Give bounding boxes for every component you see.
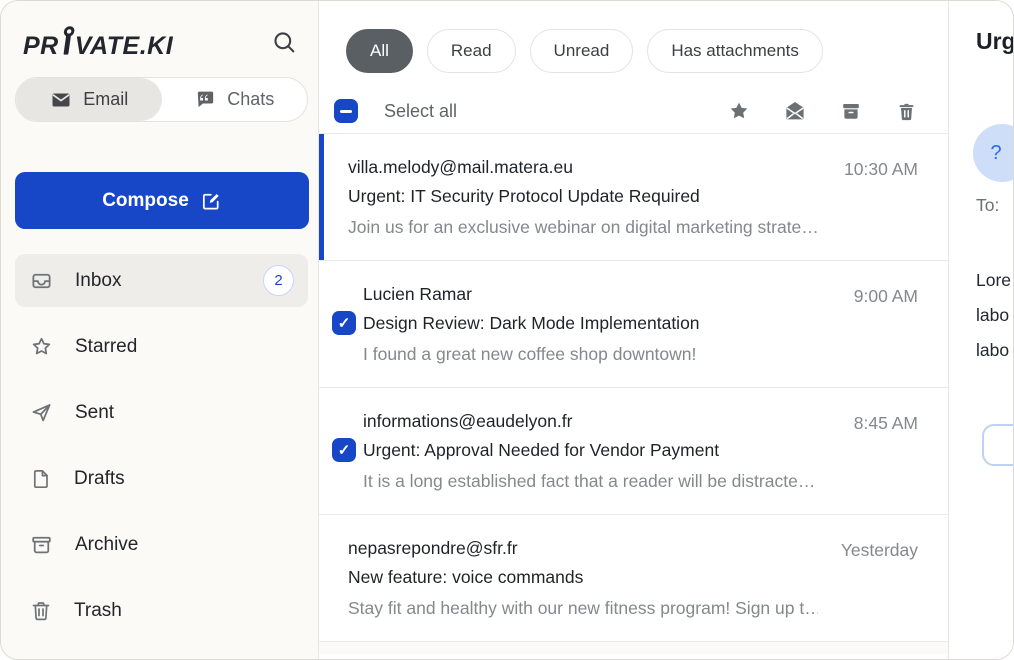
search-icon[interactable] xyxy=(268,26,300,61)
sidebar-item-label: Trash xyxy=(74,600,122,622)
mode-toggle-label: Email xyxy=(83,89,128,110)
brand-logo: PR VATE.KI xyxy=(23,25,173,61)
email-list: villa.melody@mail.matera.eu Urgent: IT S… xyxy=(319,133,948,659)
compose-label: Compose xyxy=(102,190,189,212)
archive-icon[interactable] xyxy=(839,99,863,123)
archive-outline-icon xyxy=(29,532,54,557)
sidebar-item-label: Starred xyxy=(75,336,137,358)
compose-edit-icon xyxy=(200,190,222,212)
trash-outline-icon xyxy=(29,599,53,623)
message-body: Lore labo labo xyxy=(976,263,1011,368)
message-body-line: Lore xyxy=(976,263,1011,298)
to-label: To: xyxy=(976,195,999,216)
reading-pane: Urg ? To: Lore labo labo xyxy=(949,1,1013,659)
chat-icon xyxy=(194,88,217,111)
email-subject: Urgent: Approval Needed for Vendor Payme… xyxy=(363,436,818,465)
email-sender: nepasrepondre@sfr.fr xyxy=(348,534,818,563)
email-sender: villa.melody@mail.matera.eu xyxy=(348,153,818,182)
email-subject: Urgent: IT Security Protocol Update Requ… xyxy=(348,182,818,211)
unread-count-badge: 2 xyxy=(263,265,294,296)
email-subject: New feature: voice commands xyxy=(348,563,818,592)
sidebar-item-label: Archive xyxy=(75,534,138,556)
sidebar-item[interactable]: Inbox 2 xyxy=(15,254,308,307)
send-icon xyxy=(29,400,54,425)
email-preview: Stay fit and healthy with our new fitnes… xyxy=(348,592,818,624)
email-sender: informations@eaudelyon.fr xyxy=(363,407,818,436)
filter-chip[interactable]: Has attachments xyxy=(647,29,823,73)
email-sender: Lucien Ramar xyxy=(363,280,818,309)
email-checkbox[interactable] xyxy=(332,311,356,335)
sidebar-item-label: Inbox xyxy=(75,270,121,292)
mode-toggle-segment[interactable]: Email xyxy=(16,78,162,121)
star-icon[interactable] xyxy=(727,99,751,123)
brand-text-post: VATE.KI xyxy=(75,32,173,61)
filter-chip-label: Has attachments xyxy=(671,41,799,60)
message-body-line: labo xyxy=(976,333,1011,368)
reply-input[interactable] xyxy=(982,424,1013,466)
list-toolbar: Select all xyxy=(319,89,948,133)
filter-chip-label: Unread xyxy=(554,41,610,60)
bulk-actions xyxy=(727,99,918,123)
reading-pane-title: Urg xyxy=(976,28,1013,55)
avatar-placeholder-text: ? xyxy=(990,142,1001,165)
app-window: PR VATE.KI Email xyxy=(0,0,1014,660)
mode-toggle-label: Chats xyxy=(227,89,274,110)
email-time: Yesterday xyxy=(841,536,918,565)
sidebar-item[interactable]: Sent xyxy=(15,386,308,439)
star-outline-icon xyxy=(29,334,54,359)
sidebar-header: PR VATE.KI xyxy=(15,1,308,61)
email-time: 8:45 AM xyxy=(854,409,918,438)
sidebar-item[interactable]: Starred xyxy=(15,320,308,373)
sidebar-item-label: Drafts xyxy=(74,468,125,490)
select-all-label: Select all xyxy=(384,101,457,122)
filter-chip-label: Read xyxy=(451,41,492,60)
sender-avatar: ? xyxy=(973,124,1013,182)
message-body-line: labo xyxy=(976,298,1011,333)
email-preview: Join us for an exclusive webinar on digi… xyxy=(348,211,818,243)
sidebar-item[interactable]: Archive xyxy=(15,518,308,571)
select-all-checkbox[interactable] xyxy=(334,99,358,123)
selected-indicator-bar xyxy=(319,134,324,260)
mark-read-icon[interactable] xyxy=(783,99,807,123)
mode-toggle: Email Chats xyxy=(15,77,308,122)
email-checkbox[interactable] xyxy=(332,438,356,462)
sidebar-nav: Inbox 2 Starred Sent Drafts xyxy=(15,254,308,637)
email-list-panel: All Read Unread Has attachments Select a… xyxy=(319,1,949,659)
email-time: 10:30 AM xyxy=(844,155,918,184)
filter-chip[interactable]: All xyxy=(346,29,413,73)
email-subject: Design Review: Dark Mode Implementation xyxy=(363,309,818,338)
sidebar-item[interactable]: Drafts xyxy=(15,452,308,505)
draft-icon xyxy=(29,467,53,491)
delete-icon[interactable] xyxy=(895,99,918,123)
key-icon xyxy=(58,26,76,62)
email-row-partial xyxy=(319,642,948,654)
email-preview: I found a great new coffee shop downtown… xyxy=(363,338,818,370)
email-row[interactable]: nepasrepondre@sfr.fr New feature: voice … xyxy=(319,515,948,642)
filter-chip-label: All xyxy=(370,41,389,60)
inbox-icon xyxy=(29,268,54,293)
sidebar: PR VATE.KI Email xyxy=(1,1,319,659)
envelope-icon xyxy=(49,88,73,112)
filter-chip[interactable]: Unread xyxy=(530,29,634,73)
email-row[interactable]: Lucien Ramar Design Review: Dark Mode Im… xyxy=(319,261,948,388)
mode-toggle-segment[interactable]: Chats xyxy=(162,78,308,121)
email-row[interactable]: informations@eaudelyon.fr Urgent: Approv… xyxy=(319,388,948,515)
compose-button[interactable]: Compose xyxy=(15,172,309,229)
filter-chips: All Read Unread Has attachments xyxy=(319,1,948,73)
email-preview: It is a long established fact that a rea… xyxy=(363,465,818,497)
brand-text-pre: PR xyxy=(23,32,59,61)
email-row[interactable]: villa.melody@mail.matera.eu Urgent: IT S… xyxy=(319,134,948,261)
email-time: 9:00 AM xyxy=(854,282,918,311)
sidebar-item-label: Sent xyxy=(75,402,114,424)
filter-chip[interactable]: Read xyxy=(427,29,516,73)
sidebar-item[interactable]: Trash xyxy=(15,584,308,637)
